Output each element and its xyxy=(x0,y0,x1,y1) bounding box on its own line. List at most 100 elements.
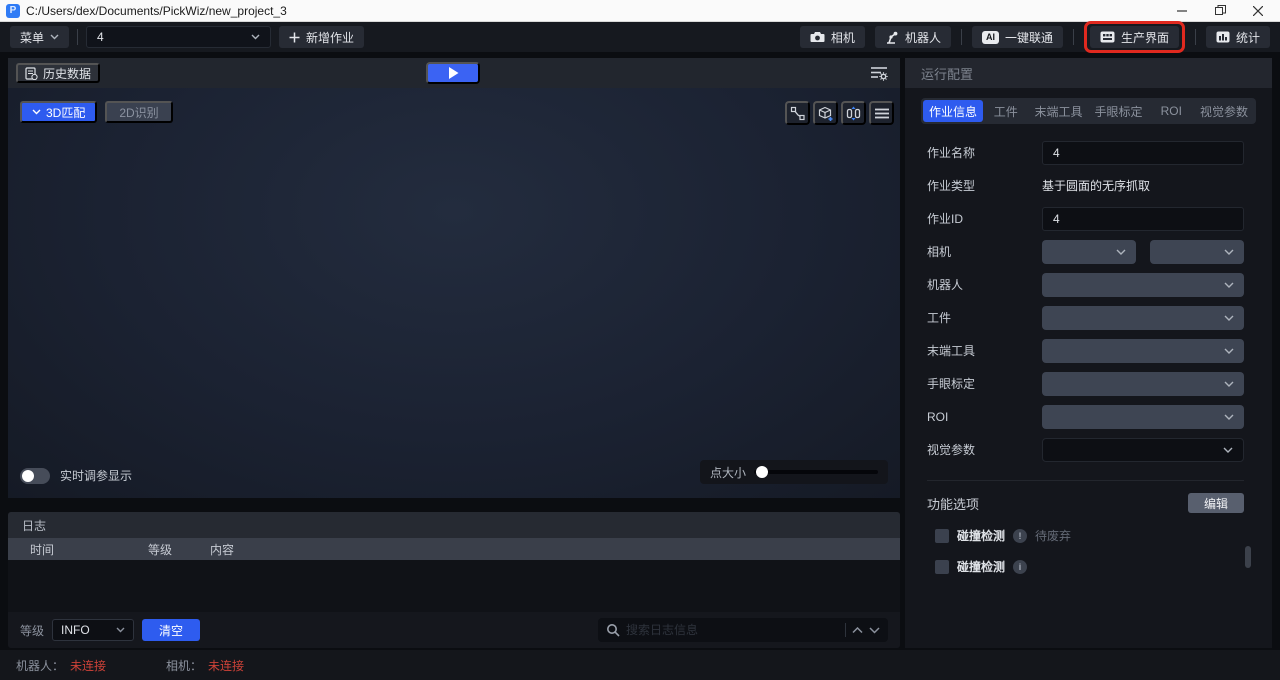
panel-scrollbar[interactable] xyxy=(1245,546,1251,568)
add-job-label: 新增作业 xyxy=(306,29,354,46)
realtime-toggle-row: 实时调参显示 xyxy=(20,467,132,484)
form-row-camera: 相机 xyxy=(927,235,1244,268)
one-key-connect-button[interactable]: AI 一键联通 xyxy=(972,26,1063,48)
camera-button[interactable]: 相机 xyxy=(800,26,865,48)
log-col-level: 等级 xyxy=(148,541,210,558)
3d-match-tab[interactable]: 3D匹配 xyxy=(20,101,97,123)
tab-end-tool[interactable]: 末端工具 xyxy=(1028,100,1088,122)
chevron-down-icon xyxy=(1224,249,1234,255)
log-level-value: INFO xyxy=(61,623,90,637)
tab-workpiece[interactable]: 工件 xyxy=(983,100,1028,122)
play-button[interactable] xyxy=(426,62,480,84)
job-select-value: 4 xyxy=(97,30,104,44)
collision-checkbox-1[interactable] xyxy=(935,529,949,543)
camera-icon xyxy=(810,31,825,43)
display-settings-button[interactable] xyxy=(868,63,890,83)
node-link-tool-button[interactable] xyxy=(785,101,810,125)
robot-button[interactable]: 机器人 xyxy=(875,26,951,48)
edit-button[interactable]: 编辑 xyxy=(1188,493,1244,513)
toolbar-right-group: 相机 机器人 AI 一键联通 生产界面 统计 xyxy=(800,21,1270,53)
collision-check-row-2: 碰撞检测 i xyxy=(927,558,1244,575)
workspace-header: 历史数据 xyxy=(8,58,900,88)
menu-button[interactable]: 菜单 xyxy=(10,26,69,48)
tab-job-info[interactable]: 作业信息 xyxy=(923,100,983,122)
camera-label: 相机 xyxy=(927,243,1042,260)
log-title-bar: 日志 xyxy=(8,512,900,538)
form-row-job-type: 作业类型 基于圆面的无序抓取 xyxy=(927,169,1244,202)
one-key-connect-label: 一键联通 xyxy=(1005,29,1053,46)
add-job-button[interactable]: 新增作业 xyxy=(279,26,364,48)
deprecated-note: 待废弃 xyxy=(1035,527,1071,544)
statistics-button[interactable]: 统计 xyxy=(1206,26,1270,48)
camera-select-1[interactable] xyxy=(1042,240,1136,264)
chevron-down-icon xyxy=(1223,447,1233,453)
toolbar-divider xyxy=(1073,29,1074,45)
log-search-input[interactable] xyxy=(626,623,839,637)
3d-viewport[interactable]: 3D匹配 2D识别 实时调参显示 点大小 xyxy=(8,88,900,498)
tab-roi[interactable]: ROI xyxy=(1149,100,1194,122)
robot-select[interactable] xyxy=(1042,273,1244,297)
split-view-tool-button[interactable] xyxy=(841,101,866,125)
log-level-select[interactable]: INFO xyxy=(52,619,134,641)
warning-info-icon[interactable]: ! xyxy=(1013,529,1027,543)
vision-params-label: 视觉参数 xyxy=(927,441,1042,458)
job-id-label: 作业ID xyxy=(927,210,1042,227)
job-name-input[interactable] xyxy=(1042,141,1244,165)
roi-select[interactable] xyxy=(1042,405,1244,429)
camera-selects xyxy=(1042,240,1244,264)
bar-chart-icon xyxy=(1216,31,1230,43)
add-model-tool-button[interactable] xyxy=(813,101,838,125)
form-row-hand-eye: 手眼标定 xyxy=(927,367,1244,400)
minimize-icon[interactable] xyxy=(1176,5,1188,17)
chevron-down-icon xyxy=(1224,282,1234,288)
workpiece-select[interactable] xyxy=(1042,306,1244,330)
chevron-down-icon xyxy=(1224,381,1234,387)
log-table-body[interactable] xyxy=(8,560,900,612)
job-info-form: 作业名称 作业类型 基于圆面的无序抓取 作业ID 相机 机器人 工件 末端工 xyxy=(905,124,1272,575)
history-data-button[interactable]: 历史数据 xyxy=(16,63,100,83)
log-level-label: 等级 xyxy=(20,622,44,639)
collision-checkbox-2[interactable] xyxy=(935,560,949,574)
production-view-button[interactable]: 生产界面 xyxy=(1090,26,1179,48)
slider-knob[interactable] xyxy=(756,466,768,478)
2d-recognition-tab[interactable]: 2D识别 xyxy=(105,101,172,123)
camera-select-2[interactable] xyxy=(1150,240,1244,264)
2d-recognition-label: 2D识别 xyxy=(119,104,158,121)
tab-hand-eye[interactable]: 手眼标定 xyxy=(1089,100,1149,122)
camera-status-label: 相机： xyxy=(166,657,202,674)
log-col-time: 时间 xyxy=(8,541,148,558)
realtime-toggle[interactable] xyxy=(20,468,50,484)
viewport-menu-button[interactable] xyxy=(869,101,894,125)
run-config-header: 运行配置 xyxy=(905,58,1272,88)
tab-vision-params[interactable]: 视觉参数 xyxy=(1194,100,1254,122)
3d-match-label: 3D匹配 xyxy=(46,104,85,121)
hand-eye-select[interactable] xyxy=(1042,372,1244,396)
history-doc-icon xyxy=(25,67,38,80)
config-tabbar: 作业信息 工件 末端工具 手眼标定 ROI 视觉参数 xyxy=(921,98,1256,124)
log-clear-button[interactable]: 清空 xyxy=(142,619,200,641)
close-icon[interactable] xyxy=(1252,5,1264,17)
search-next-icon[interactable] xyxy=(869,627,880,634)
restore-icon[interactable] xyxy=(1214,5,1226,17)
end-tool-select[interactable] xyxy=(1042,339,1244,363)
production-view-label: 生产界面 xyxy=(1121,29,1169,46)
realtime-toggle-label: 实时调参显示 xyxy=(60,467,132,484)
point-size-label: 点大小 xyxy=(710,464,746,481)
form-row-end-tool: 末端工具 xyxy=(927,334,1244,367)
vision-params-select[interactable] xyxy=(1042,438,1244,462)
point-size-slider[interactable] xyxy=(754,470,878,474)
menu-label: 菜单 xyxy=(20,29,44,46)
chevron-down-icon xyxy=(116,627,125,633)
hamburger-menu-icon xyxy=(875,108,889,119)
toggle-knob xyxy=(22,470,34,482)
statistics-label: 统计 xyxy=(1236,29,1260,46)
info-icon[interactable]: i xyxy=(1013,560,1027,574)
run-config-title: 运行配置 xyxy=(921,64,973,83)
window-controls xyxy=(1176,5,1274,17)
log-title: 日志 xyxy=(22,517,46,534)
form-row-job-id: 作业ID xyxy=(927,202,1244,235)
search-prev-icon[interactable] xyxy=(852,627,863,634)
job-id-input[interactable] xyxy=(1042,207,1244,231)
roi-label: ROI xyxy=(927,410,1042,424)
job-select[interactable]: 4 xyxy=(86,26,271,48)
